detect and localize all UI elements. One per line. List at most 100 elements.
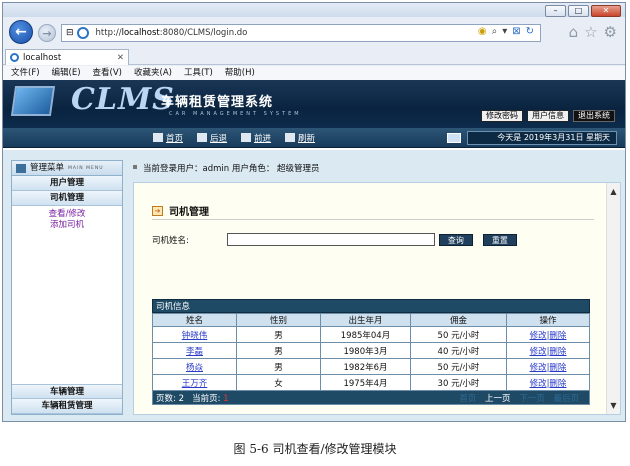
minimize-button[interactable]: – (545, 5, 566, 17)
scroll-up-icon[interactable]: ▲ (607, 187, 620, 196)
nav-home-label: 首页 (166, 134, 184, 144)
nav-back-label: 后退 (210, 134, 228, 144)
home-icon[interactable]: ⌂ (569, 23, 579, 41)
content-title-text: 司机管理 (169, 207, 209, 218)
reset-button[interactable]: 重置 (482, 233, 517, 246)
favorites-star-icon[interactable]: ☆ (584, 23, 597, 41)
url-rest: :8080/CLMS/login.do (159, 28, 248, 38)
sidebar-cat-user[interactable]: 用户管理 (12, 176, 122, 191)
header-banner: CLMS 车辆租赁管理系统 CAR MANAGEMENT SYSTEM 修改密码… (3, 80, 625, 128)
prev-page-link[interactable]: 上一页 (485, 394, 511, 404)
close-window-button[interactable]: ✕ (591, 5, 621, 17)
nav-back[interactable]: 后退 (197, 132, 227, 144)
nav-home[interactable]: 首页 (153, 132, 183, 144)
next-page-link[interactable]: 下一页 (519, 394, 545, 404)
arrow-right-icon: ➔ (152, 205, 163, 216)
menu-edit[interactable]: 编辑(E) (52, 66, 81, 80)
edit-delete-link[interactable]: 修改|删除 (530, 379, 567, 389)
login-user-text: 当前登录用户：admin 用户角色： 超级管理员 (143, 164, 320, 174)
monitor-logo-icon (10, 86, 56, 116)
dropdown-icon[interactable]: ▾ (502, 26, 507, 37)
col-gender: 性别 (236, 313, 321, 327)
table-footer-row: 页数: 2 当前页: 1 首页 上一页 下一页 最后页 (152, 390, 590, 405)
refresh-icon (285, 133, 296, 142)
driver-name-link[interactable]: 钟晓伟 (182, 331, 208, 341)
system-name: 车辆租赁管理系统 (161, 95, 274, 110)
menu-favorites[interactable]: 收藏夹(A) (134, 66, 172, 80)
sidebar-cat-driver[interactable]: 司机管理 (12, 191, 122, 206)
change-password-button[interactable]: 修改密码 (481, 110, 523, 122)
login-user-info: 当前登录用户：admin 用户角色： 超级管理员 (133, 162, 320, 174)
cell-op: 修改|删除 (506, 374, 590, 391)
compat-icon[interactable]: ◉ (478, 26, 487, 37)
col-operation: 操作 (506, 313, 590, 327)
refresh-icon[interactable]: ↻ (526, 26, 534, 37)
browser-tab[interactable]: localhost ✕ (5, 49, 129, 65)
title-bar: – □ ✕ (3, 3, 625, 17)
menu-tools[interactable]: 工具(T) (184, 66, 213, 80)
sidebar-cat-rental[interactable]: 车辆租赁管理 (12, 399, 122, 414)
forward-button[interactable]: → (38, 24, 56, 42)
menu-view[interactable]: 查看(V) (93, 66, 122, 80)
edit-delete-link[interactable]: 修改|删除 (530, 331, 567, 341)
sidebar-bottom: 车辆管理 车辆租赁管理 (12, 384, 122, 414)
last-page-link[interactable]: 最后页 (553, 394, 579, 404)
sidebar-cat-vehicle[interactable]: 车辆管理 (12, 384, 122, 399)
content-scrollbar[interactable]: ▲ ▼ (606, 183, 620, 414)
date-display: 今天是 2019年3月31日 星期天 (467, 131, 617, 145)
back-button[interactable]: ← (9, 20, 33, 44)
home-icon (153, 133, 163, 142)
sidebar-driver-links: 查看/修改 添加司机 (12, 206, 122, 231)
sidebar: 管理菜单 MAIN MENU 用户管理 司机管理 查看/修改 添加司机 车辆管理… (11, 160, 123, 415)
query-button[interactable]: 查询 (438, 233, 473, 246)
tab-row: localhost ✕ (3, 47, 625, 65)
edit-delete-link[interactable]: 修改|删除 (530, 347, 567, 357)
address-bar[interactable]: ⊟ http://localhost:8080/CLMS/login.do ◉ … (61, 24, 541, 42)
edit-delete-link[interactable]: 修改|删除 (530, 363, 567, 373)
maximize-button[interactable]: □ (568, 5, 589, 17)
browser-window: – □ ✕ ← → ⊟ http://localhost:8080/CLMS/l… (2, 2, 626, 422)
bullet-icon (133, 165, 137, 169)
sidebar-link-add-driver[interactable]: 添加司机 (12, 220, 122, 231)
table-row: 杨焱 男 1982年6月 50 元/小时 修改|删除 (152, 358, 590, 375)
table-row: 王万齐 女 1975年4月 30 元/小时 修改|删除 (152, 374, 590, 391)
cell-gender: 男 (236, 358, 321, 375)
driver-name-link[interactable]: 李磊 (186, 347, 203, 357)
arrow-right-icon: → (42, 26, 52, 40)
driver-name-input[interactable] (226, 233, 435, 246)
pages-count: 2 (178, 393, 184, 404)
gear-icon[interactable]: ⚙ (604, 23, 617, 41)
user-info-button[interactable]: 用户信息 (527, 110, 569, 122)
web-page: CLMS 车辆租赁管理系统 CAR MANAGEMENT SYSTEM 修改密码… (3, 80, 625, 421)
sidebar-link-view-edit[interactable]: 查看/修改 (12, 209, 122, 220)
cell-gender: 男 (236, 326, 321, 343)
url-host: localhost (121, 28, 160, 38)
page-body: 管理菜单 MAIN MENU 用户管理 司机管理 查看/修改 添加司机 车辆管理… (3, 150, 625, 421)
cell-birth: 1975年4月 (320, 374, 411, 391)
sidebar-title: 管理菜单 (30, 162, 65, 173)
cell-op: 修改|删除 (506, 342, 590, 359)
pager: 首页 上一页 下一页 最后页 (453, 392, 589, 404)
menu-help[interactable]: 帮助(H) (225, 66, 255, 80)
tab-title: localhost (23, 52, 62, 63)
cell-fee: 50 元/小时 (410, 326, 507, 343)
cell-name: 王万齐 (152, 374, 237, 391)
scroll-down-icon[interactable]: ▼ (607, 401, 620, 410)
sidebar-header: 管理菜单 MAIN MENU (12, 161, 122, 176)
col-name: 姓名 (152, 313, 237, 327)
nav-refresh[interactable]: 刷新 (285, 132, 315, 144)
menu-file[interactable]: 文件(F) (11, 66, 40, 80)
driver-name-link[interactable]: 王万齐 (182, 379, 208, 389)
search-icon[interactable]: ⌕ (492, 26, 498, 37)
cell-op: 修改|删除 (506, 358, 590, 375)
logout-button[interactable]: 退出系统 (573, 110, 615, 122)
stop-icon[interactable]: ⊠ (512, 26, 520, 37)
tab-close-icon[interactable]: ✕ (117, 53, 124, 63)
driver-table: 司机信息 姓名 性别 出生年月 佣金 操作 钟晓伟 男 1985年04月 50 … (152, 299, 590, 405)
back-icon (197, 133, 208, 142)
nav-forward[interactable]: 前进 (241, 132, 271, 144)
nav-links: 首页 后退 前进 刷新 (153, 132, 315, 144)
first-page-link[interactable]: 首页 (459, 394, 476, 404)
address-url[interactable]: http://localhost:8080/CLMS/login.do (96, 28, 248, 38)
driver-name-link[interactable]: 杨焱 (186, 363, 203, 373)
